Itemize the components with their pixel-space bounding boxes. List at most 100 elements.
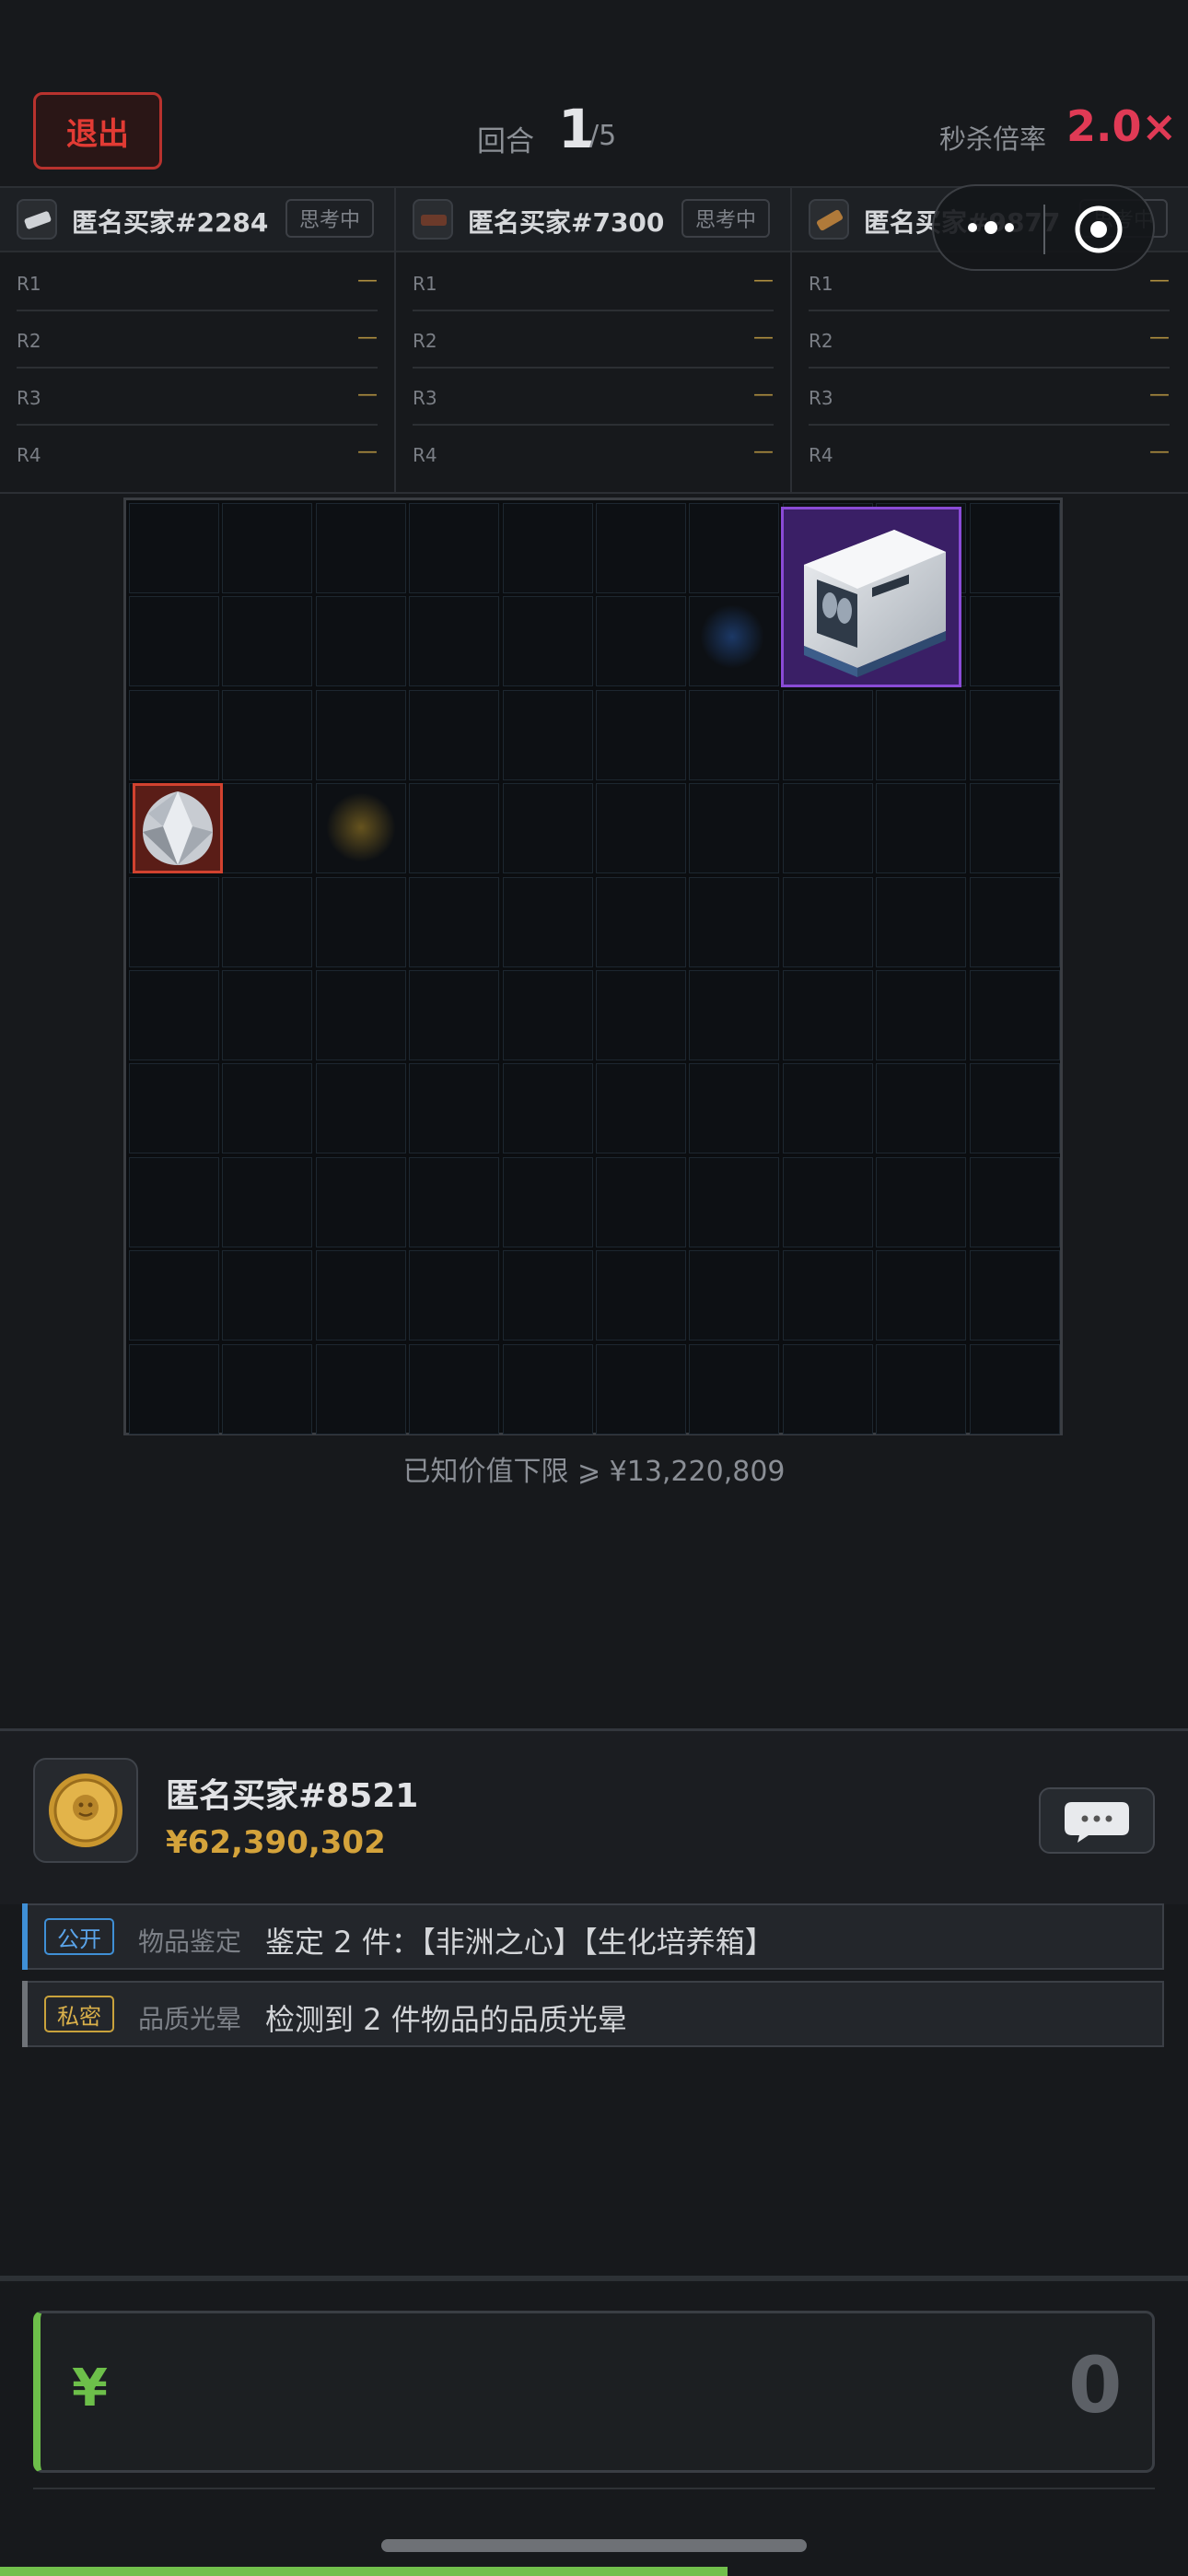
more-options-icon[interactable] xyxy=(963,214,1019,241)
grid-cell[interactable] xyxy=(689,1250,780,1341)
home-indicator[interactable] xyxy=(381,2539,807,2552)
grid-cell[interactable] xyxy=(689,1063,780,1154)
grid-cell[interactable] xyxy=(876,970,967,1060)
grid-cell[interactable] xyxy=(689,876,780,967)
grid-cell[interactable] xyxy=(409,1343,500,1434)
grid-cell[interactable] xyxy=(782,1343,873,1434)
grid-cell[interactable] xyxy=(502,503,593,593)
grid-cell[interactable] xyxy=(409,783,500,874)
grid-cell[interactable] xyxy=(502,1063,593,1154)
grid-cell[interactable] xyxy=(969,876,1060,967)
exit-button[interactable]: 退出 xyxy=(33,92,162,170)
grid-cell[interactable] xyxy=(782,970,873,1060)
grid-cell[interactable] xyxy=(876,1250,967,1341)
grid-cell[interactable] xyxy=(222,503,313,593)
grid-cell[interactable] xyxy=(596,970,686,1060)
grid-cell[interactable] xyxy=(222,970,313,1060)
grid-cell[interactable] xyxy=(222,596,313,687)
grid-cell[interactable] xyxy=(315,503,406,593)
grid-cell[interactable] xyxy=(129,1343,219,1434)
grid-cell[interactable] xyxy=(876,783,967,874)
grid-cell[interactable] xyxy=(502,970,593,1060)
grid-cell[interactable] xyxy=(129,876,219,967)
grid-cell[interactable] xyxy=(222,1250,313,1341)
grid-cell[interactable] xyxy=(222,1156,313,1247)
grid-cell[interactable] xyxy=(782,1156,873,1247)
grid-cell[interactable] xyxy=(596,1343,686,1434)
incubator-item[interactable] xyxy=(781,507,961,687)
grid-cell[interactable] xyxy=(129,503,219,593)
grid-cell[interactable] xyxy=(596,503,686,593)
avatar[interactable] xyxy=(33,1758,138,1863)
grid-cell[interactable] xyxy=(969,1343,1060,1434)
grid-cell[interactable] xyxy=(596,689,686,780)
grid-cell[interactable] xyxy=(689,689,780,780)
grid-cell[interactable] xyxy=(782,1063,873,1154)
grid-cell[interactable] xyxy=(315,596,406,687)
grid-cell[interactable] xyxy=(689,1156,780,1247)
grid-cell[interactable] xyxy=(689,1343,780,1434)
grid-cell[interactable] xyxy=(409,1156,500,1247)
grid-cell[interactable] xyxy=(969,1063,1060,1154)
grid-cell[interactable] xyxy=(409,970,500,1060)
grid-cell[interactable] xyxy=(596,876,686,967)
grid-cell[interactable] xyxy=(222,1343,313,1434)
grid-cell[interactable] xyxy=(596,1156,686,1247)
grid-cell[interactable] xyxy=(502,1343,593,1434)
grid-cell[interactable] xyxy=(969,970,1060,1060)
grid-cell[interactable] xyxy=(315,1156,406,1247)
grid-cell[interactable] xyxy=(969,1250,1060,1341)
grid-cell[interactable] xyxy=(222,689,313,780)
grid-cell[interactable] xyxy=(876,1063,967,1154)
grid-cell[interactable] xyxy=(689,970,780,1060)
grid-cell[interactable] xyxy=(409,596,500,687)
bid-input[interactable] xyxy=(33,2311,1155,2473)
grid-cell[interactable] xyxy=(782,1250,873,1341)
grid-cell[interactable] xyxy=(969,689,1060,780)
close-miniprogram-icon[interactable] xyxy=(1072,203,1125,256)
grid-cell[interactable] xyxy=(129,596,219,687)
grid-cell[interactable] xyxy=(596,596,686,687)
grid-cell[interactable] xyxy=(222,783,313,874)
grid-cell[interactable] xyxy=(409,503,500,593)
grid-cell[interactable] xyxy=(782,876,873,967)
grid-cell[interactable] xyxy=(689,783,780,874)
chat-button[interactable] xyxy=(1039,1787,1155,1854)
grid-cell[interactable] xyxy=(409,1250,500,1341)
grid-cell[interactable] xyxy=(129,970,219,1060)
grid-cell[interactable] xyxy=(222,1063,313,1154)
grid-cell[interactable] xyxy=(502,783,593,874)
grid-cell[interactable] xyxy=(315,689,406,780)
grid-cell[interactable] xyxy=(129,1063,219,1154)
grid-cell[interactable] xyxy=(409,876,500,967)
grid-cell[interactable] xyxy=(315,1250,406,1341)
diamond-item[interactable] xyxy=(133,783,223,873)
grid-cell[interactable] xyxy=(502,689,593,780)
grid-cell[interactable] xyxy=(969,503,1060,593)
grid-cell[interactable] xyxy=(969,1156,1060,1247)
grid-cell[interactable] xyxy=(876,1343,967,1434)
grid-cell[interactable] xyxy=(876,876,967,967)
grid-cell[interactable] xyxy=(782,783,873,874)
grid-cell[interactable] xyxy=(315,1343,406,1434)
grid-cell[interactable] xyxy=(782,689,873,780)
grid-cell[interactable] xyxy=(409,1063,500,1154)
grid-cell[interactable] xyxy=(129,1250,219,1341)
grid-cell[interactable] xyxy=(969,783,1060,874)
grid-cell[interactable] xyxy=(315,970,406,1060)
grid-cell[interactable] xyxy=(222,876,313,967)
grid-cell[interactable] xyxy=(689,503,780,593)
grid-cell[interactable] xyxy=(876,1156,967,1247)
grid-cell[interactable] xyxy=(596,783,686,874)
grid-cell[interactable] xyxy=(129,1156,219,1247)
grid-cell[interactable] xyxy=(502,596,593,687)
grid-cell[interactable] xyxy=(129,689,219,780)
grid-cell[interactable] xyxy=(315,1063,406,1154)
grid-cell[interactable] xyxy=(315,876,406,967)
grid-cell[interactable] xyxy=(502,1156,593,1247)
grid-cell[interactable] xyxy=(409,689,500,780)
grid-cell[interactable] xyxy=(502,876,593,967)
grid-cell[interactable] xyxy=(969,596,1060,687)
grid-cell[interactable] xyxy=(596,1063,686,1154)
grid-cell[interactable] xyxy=(502,1250,593,1341)
